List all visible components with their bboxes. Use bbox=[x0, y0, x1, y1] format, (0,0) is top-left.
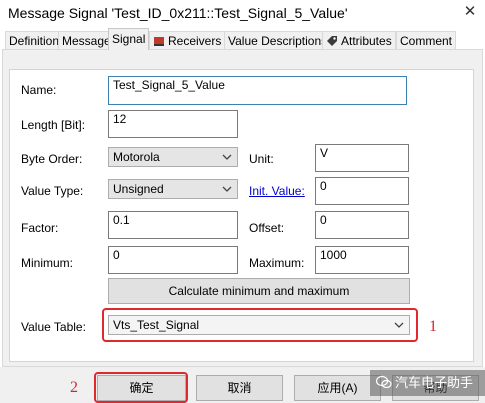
tab-definition[interactable]: Definition bbox=[5, 31, 64, 49]
tab-strip: Definition Message Signal Receivers Valu… bbox=[0, 27, 485, 50]
tab-label: Comment bbox=[400, 34, 453, 48]
tab-comment[interactable]: Comment bbox=[396, 31, 457, 49]
tab-signal[interactable]: Signal bbox=[108, 28, 150, 50]
init-value-input[interactable]: 0 bbox=[315, 177, 409, 205]
tab-label: Attributes bbox=[341, 34, 392, 48]
cancel-button[interactable]: 取消 bbox=[196, 375, 283, 401]
maximum-label: Maximum: bbox=[249, 256, 305, 270]
chevron-down-icon bbox=[222, 186, 232, 192]
byte-order-value: Motorola bbox=[113, 150, 160, 164]
name-input[interactable]: Test_Signal_5_Value bbox=[108, 76, 407, 105]
apply-button[interactable]: 应用(A) bbox=[294, 375, 381, 401]
maximum-input[interactable]: 1000 bbox=[315, 246, 409, 274]
tab-message[interactable]: Message bbox=[58, 31, 115, 49]
minimum-label: Minimum: bbox=[21, 256, 74, 270]
offset-input[interactable]: 0 bbox=[315, 211, 409, 239]
byte-order-label: Byte Order: bbox=[21, 152, 83, 166]
calculate-min-max-button[interactable]: Calculate minimum and maximum bbox=[108, 278, 410, 304]
tab-attributes[interactable]: Attributes bbox=[322, 31, 396, 49]
tab-value-descriptions[interactable]: Value Descriptions bbox=[224, 31, 332, 49]
value-type-select[interactable]: Unsigned bbox=[108, 179, 238, 199]
init-value-link[interactable]: Init. Value: bbox=[249, 184, 305, 198]
value-type-value: Unsigned bbox=[113, 182, 164, 196]
length-input[interactable]: 12 bbox=[108, 110, 238, 138]
annotation-marker-1: 1 bbox=[429, 318, 437, 335]
byte-order-select[interactable]: Motorola bbox=[108, 147, 238, 167]
unit-label: Unit: bbox=[249, 152, 274, 166]
highlight-value-table bbox=[102, 308, 418, 342]
title-bar: Message Signal 'Test_ID_0x211::Test_Sign… bbox=[0, 0, 485, 27]
tab-label: Message bbox=[62, 34, 111, 48]
watermark-text: 汽车电子助手 bbox=[395, 375, 474, 390]
close-icon[interactable]: ✕ bbox=[462, 3, 478, 21]
minimum-input[interactable]: 0 bbox=[108, 246, 238, 274]
factor-input[interactable]: 0.1 bbox=[108, 211, 238, 239]
chevron-down-icon bbox=[222, 154, 232, 160]
tab-receivers[interactable]: Receivers bbox=[149, 31, 226, 49]
length-label: Length [Bit]: bbox=[21, 118, 86, 132]
value-table-label: Value Table: bbox=[21, 320, 86, 334]
tab-label: Definition bbox=[9, 34, 60, 48]
offset-label: Offset: bbox=[249, 221, 285, 235]
wechat-icon bbox=[375, 375, 392, 389]
name-label: Name: bbox=[21, 83, 57, 97]
watermark: 汽车电子助手 bbox=[375, 372, 481, 394]
window-title: Message Signal 'Test_ID_0x211::Test_Sign… bbox=[8, 5, 348, 21]
annotation-marker-2: 2 bbox=[70, 379, 78, 396]
tab-label: Signal bbox=[112, 32, 146, 46]
factor-label: Factor: bbox=[21, 221, 59, 235]
tab-label: Receivers bbox=[168, 34, 222, 48]
value-type-label: Value Type: bbox=[21, 184, 84, 198]
tab-label: Value Descriptions bbox=[228, 34, 328, 48]
highlight-ok-button bbox=[94, 372, 188, 403]
unit-input[interactable]: V bbox=[315, 144, 409, 172]
